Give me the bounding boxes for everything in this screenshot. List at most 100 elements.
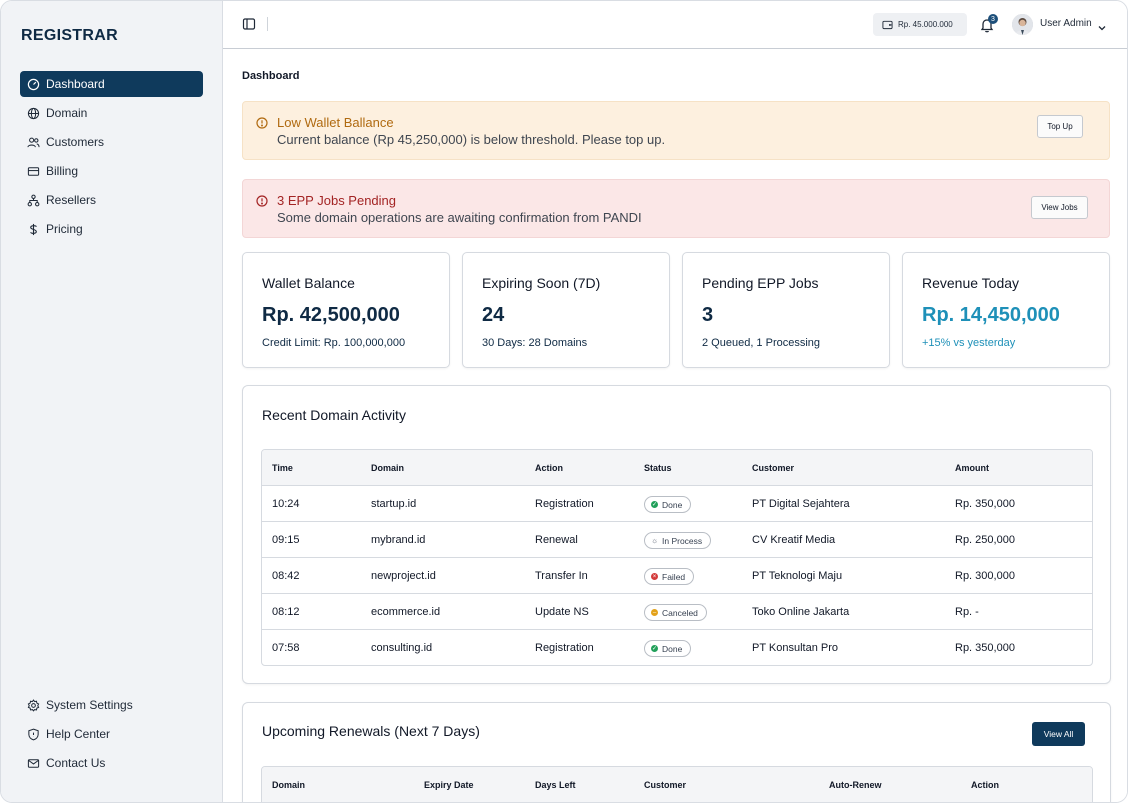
minus-icon: –: [651, 609, 658, 616]
cell-time: 07:58: [272, 642, 300, 654]
table-row[interactable]: 08:42 newproject.id Transfer In × Failed…: [262, 558, 1092, 594]
column-header: Time: [272, 463, 293, 473]
sidebar-item-pricing[interactable]: Pricing: [20, 216, 203, 242]
stat-subtext: 30 Days: 28 Domains: [482, 337, 588, 349]
view-jobs-button[interactable]: View Jobs: [1031, 196, 1088, 219]
cell-customer: CV Kreatif Media: [752, 534, 836, 546]
column-header: Expiry Date: [424, 780, 474, 790]
globe-icon: [27, 107, 40, 120]
table-header: Time Domain Action Status Customer Amoun…: [262, 450, 1092, 486]
status-label: Canceled: [662, 607, 698, 618]
sidebar-item-label: Help Center: [46, 727, 111, 741]
sidebar-item-billing[interactable]: Billing: [20, 158, 203, 184]
app-window: REGISTRAR Dashboard Domain Customers Bil…: [0, 0, 1128, 803]
table-row[interactable]: 09:15 mybrand.id Renewal ☼ In Process CV…: [262, 522, 1092, 558]
cell-customer: PT Teknologi Maju: [752, 570, 843, 582]
cell-amount: Rp. 250,000: [955, 534, 1015, 546]
stat-label: Wallet Balance: [262, 275, 355, 291]
cell-amount: Rp. -: [955, 606, 979, 618]
card-title: Upcoming Renewals (Next 7 Days): [262, 723, 480, 739]
cell-time: 09:15: [272, 534, 300, 546]
alert-title: 3 EPP Jobs Pending: [277, 193, 397, 208]
cell-customer: PT Konsultan Pro: [752, 642, 839, 654]
cell-time: 08:42: [272, 570, 300, 582]
header-wallet-balance[interactable]: Rp. 45.000.000: [873, 13, 967, 36]
top-header: Rp. 45.000.000 3 User Admin: [223, 1, 1127, 49]
sidebar-toggle-icon[interactable]: [242, 17, 256, 31]
column-header: Domain: [371, 463, 405, 473]
alert-message: Some domain operations are awaiting conf…: [277, 210, 642, 225]
epp-jobs-alert: 3 EPP Jobs Pending Some domain operation…: [242, 179, 1110, 238]
cell-customer: PT Digital Sejahtera: [752, 498, 850, 510]
sidebar-item-domain[interactable]: Domain: [20, 100, 203, 126]
sidebar-item-label: Pricing: [46, 222, 83, 236]
alert-circle-icon: [256, 116, 268, 129]
column-header: Action: [535, 463, 563, 473]
stat-subtext: Credit Limit: Rp. 100,000,000: [262, 337, 406, 349]
status-badge: ✓ Done: [644, 640, 692, 657]
cell-amount: Rp. 350,000: [955, 642, 1015, 654]
wallet-balance-text: Rp. 45.000.000: [898, 20, 953, 29]
cell-domain: consulting.id: [371, 642, 433, 654]
sidebar-item-contact-us[interactable]: Contact Us: [20, 750, 203, 776]
sidebar-item-help-center[interactable]: Help Center: [20, 721, 203, 747]
wallet-icon: [882, 20, 893, 30]
sidebar: REGISTRAR Dashboard Domain Customers Bil…: [1, 1, 223, 802]
sidebar-item-label: Billing: [46, 164, 79, 178]
low-wallet-alert: Low Wallet Ballance Current balance (Rp …: [242, 101, 1110, 160]
cell-domain: newproject.id: [371, 570, 436, 582]
cell-action: Update NS: [535, 606, 589, 618]
stat-subtext: 2 Queued, 1 Processing: [702, 337, 821, 349]
sidebar-item-label: System Settings: [46, 698, 133, 712]
cell-amount: Rp. 350,000: [955, 498, 1015, 510]
status-label: Done: [662, 643, 683, 654]
cell-customer: Toko Online Jakarta: [752, 606, 850, 618]
sidebar-nav: Dashboard Domain Customers Billing Resel…: [20, 71, 203, 245]
sidebar-item-customers[interactable]: Customers: [20, 129, 203, 155]
column-header: Customer: [752, 463, 795, 473]
table-row[interactable]: 08:12 ecommerce.id Update NS – Canceled …: [262, 594, 1092, 630]
status-label: Failed: [662, 571, 686, 582]
stat-label: Revenue Today: [922, 275, 1020, 291]
cell-time: 10:24: [272, 498, 300, 510]
stat-value: Rp. 14,450,000: [922, 304, 1060, 326]
sidebar-item-dashboard[interactable]: Dashboard: [20, 71, 203, 97]
view-all-button[interactable]: View All: [1032, 722, 1085, 746]
column-header: Action: [971, 780, 999, 790]
mail-icon: [27, 757, 40, 770]
notification-badge: 3: [988, 14, 998, 24]
sidebar-item-resellers[interactable]: Resellers: [20, 187, 203, 213]
status-badge: ☼ In Process: [644, 532, 712, 549]
gear-icon: [27, 698, 40, 712]
user-name[interactable]: User Admin: [1040, 18, 1092, 29]
stat-value: Rp. 42,500,000: [262, 304, 400, 326]
table-row[interactable]: 07:58 consulting.id Registration ✓ Done …: [262, 630, 1092, 665]
stat-card-revenue-today: Revenue Today Rp. 14,450,000 +15% vs yes…: [902, 252, 1110, 368]
alert-message: Current balance (Rp 45,250,000) is below…: [277, 132, 666, 147]
chevron-down-icon[interactable]: [1097, 20, 1107, 31]
sidebar-item-label: Dashboard: [46, 77, 105, 91]
stat-label: Pending EPP Jobs: [702, 275, 819, 291]
cell-domain: mybrand.id: [371, 534, 426, 546]
alert-circle-icon: [256, 194, 268, 207]
sidebar-bottom-nav: System Settings Help Center Contact Us: [20, 692, 203, 779]
column-header: Amount: [955, 463, 989, 473]
spinner-icon: ☼: [650, 535, 659, 545]
stat-subtext: +15% vs yesterday: [922, 337, 1016, 349]
table-row[interactable]: 10:24 startup.id Registration ✓ Done PT …: [262, 486, 1092, 522]
cell-amount: Rp. 300,000: [955, 570, 1015, 582]
avatar[interactable]: [1012, 14, 1033, 35]
top-up-button[interactable]: Top Up: [1037, 115, 1083, 138]
brand-logo: REGISTRAR: [21, 27, 118, 44]
check-icon: ✓: [651, 645, 658, 652]
cell-action: Registration: [535, 642, 594, 654]
credit-card-icon: [27, 165, 40, 178]
cell-domain: startup.id: [371, 498, 417, 510]
status-label: Done: [662, 499, 683, 510]
status-label: In Process: [662, 535, 703, 546]
sidebar-item-system-settings[interactable]: System Settings: [20, 692, 203, 718]
stat-label: Expiring Soon (7D): [482, 275, 601, 291]
card-title: Recent Domain Activity: [262, 407, 406, 423]
header-divider: [267, 17, 268, 31]
column-header: Status: [644, 463, 672, 473]
